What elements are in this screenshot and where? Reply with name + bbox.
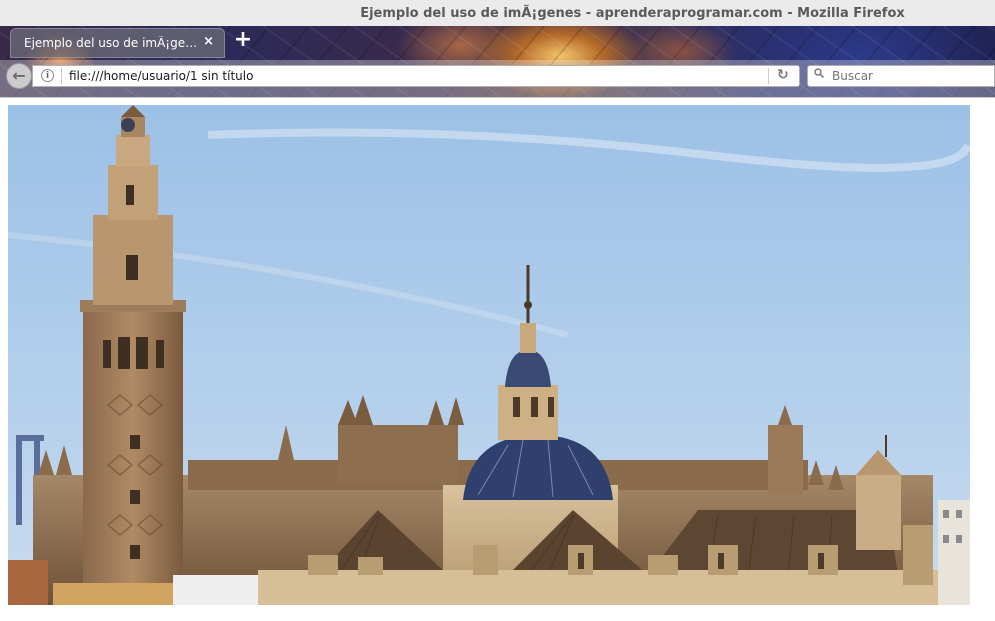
url-bar[interactable]: i ↻: [32, 65, 800, 87]
back-button[interactable]: ←: [6, 63, 32, 89]
browser-chrome: Ejemplo del uso de imÃ¡ge… × + ← i ↻: [0, 26, 995, 97]
window-title: Ejemplo del uso de imÃ¡genes - aprendera…: [360, 6, 905, 21]
toolbar-divider: [0, 97, 995, 98]
new-tab-button[interactable]: +: [233, 28, 253, 52]
reload-icon[interactable]: ↻: [777, 67, 789, 83]
info-icon[interactable]: i: [41, 69, 54, 82]
search-input[interactable]: [832, 69, 982, 83]
navigation-bar: ← i ↻: [0, 60, 995, 97]
url-divider-right: [768, 68, 769, 84]
close-tab-icon[interactable]: ×: [203, 34, 214, 49]
tab-active[interactable]: Ejemplo del uso de imÃ¡ge… ×: [10, 28, 225, 58]
cathedral-photo: [8, 105, 970, 605]
url-divider: [61, 68, 62, 84]
title-bar: Ejemplo del uso de imÃ¡genes - aprendera…: [0, 0, 995, 26]
search-icon: [814, 68, 824, 78]
tab-label: Ejemplo del uso de imÃ¡ge…: [24, 36, 198, 50]
search-box[interactable]: [807, 65, 995, 87]
url-input[interactable]: [69, 69, 759, 83]
